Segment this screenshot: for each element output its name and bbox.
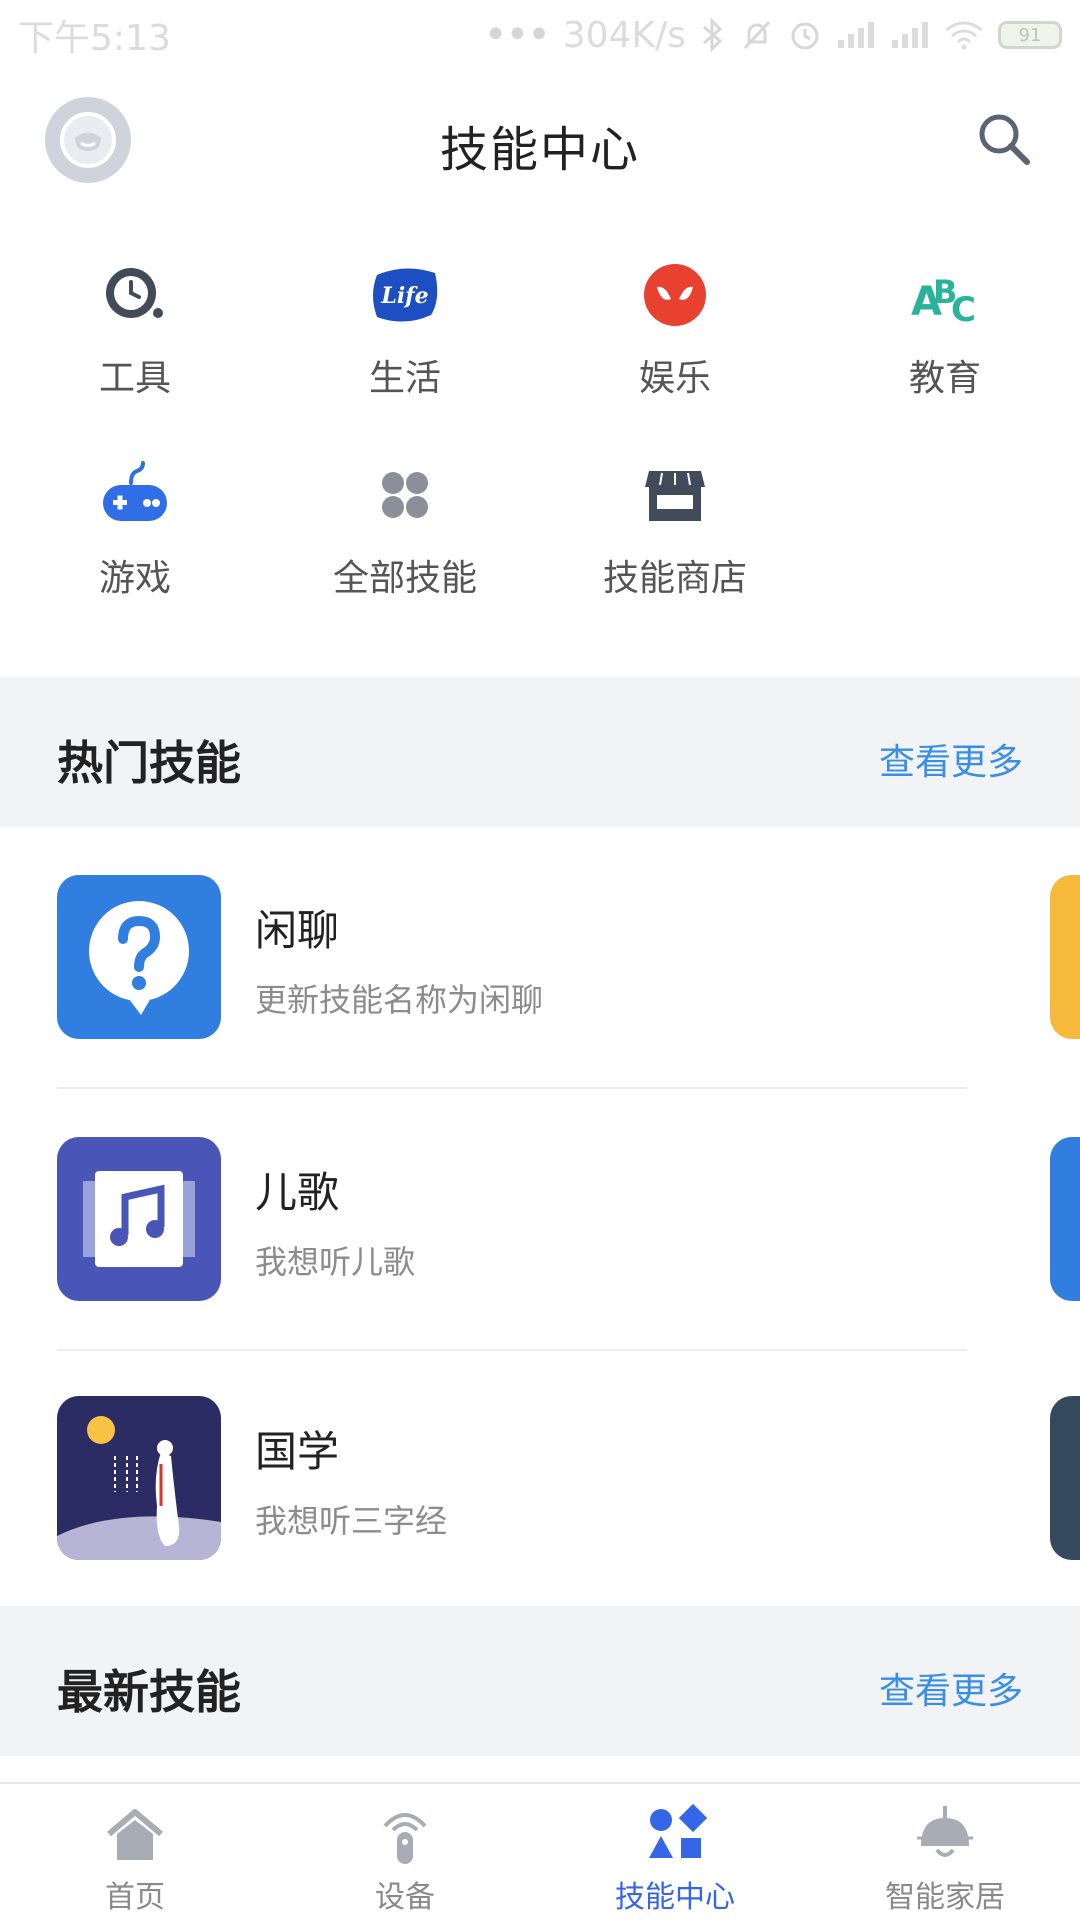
lamp-icon bbox=[917, 1806, 973, 1857]
bell-muted-icon bbox=[743, 20, 771, 50]
skill-name: 闲聊 bbox=[255, 906, 340, 955]
category-skill-store[interactable]: 技能商店 bbox=[540, 455, 810, 605]
skill-description: 我想听三字经 bbox=[255, 1502, 448, 1540]
tab-label: 设备 bbox=[375, 1880, 435, 1915]
view-more-link[interactable]: 查看更多 bbox=[879, 1662, 1023, 1714]
status-time: 下午5:13 bbox=[18, 18, 171, 59]
tab-label: 智能家居 bbox=[885, 1880, 1005, 1915]
skill-name: 国学 bbox=[255, 1427, 340, 1476]
category-education[interactable]: A B C 教育 bbox=[810, 255, 1080, 405]
abc-icon: A B C bbox=[911, 273, 976, 330]
question-bubble-icon bbox=[57, 875, 221, 1039]
category-label: 技能商店 bbox=[602, 558, 747, 599]
svg-text:Life: Life bbox=[380, 283, 428, 309]
network-speed: 304K/s bbox=[562, 14, 686, 56]
poet-moon-icon bbox=[57, 1396, 221, 1560]
category-label: 全部技能 bbox=[332, 558, 477, 599]
home-icon bbox=[107, 1809, 163, 1860]
status-indicators: ••• 304K/s 91 bbox=[484, 12, 1062, 58]
bottom-tab-bar: 首页 设备 技能中心 智能家居 bbox=[0, 1782, 1080, 1922]
hot-skills-header: 热门技能 查看更多 bbox=[0, 677, 1080, 827]
divider bbox=[57, 1087, 967, 1089]
poet-moon-graphic bbox=[57, 1416, 221, 1560]
wifi-icon bbox=[945, 21, 983, 50]
skill-description: 更新技能名称为闲聊 bbox=[255, 981, 544, 1019]
category-all-skills[interactable]: 全部技能 bbox=[270, 455, 540, 605]
next-card-peek[interactable] bbox=[1050, 1396, 1080, 1560]
skill-description: 我想听儿歌 bbox=[255, 1243, 416, 1281]
category-entertainment[interactable]: 娱乐 bbox=[540, 255, 810, 405]
skill-name: 儿歌 bbox=[255, 1168, 340, 1217]
question-bubble-graphic bbox=[89, 901, 189, 1015]
category-life[interactable]: Life 生活 bbox=[270, 255, 540, 405]
category-label: 教育 bbox=[908, 358, 981, 399]
tab-label: 首页 bbox=[105, 1880, 165, 1915]
gamepad-icon bbox=[103, 461, 167, 521]
skill-row[interactable]: 儿歌 我想听儿歌 bbox=[0, 1137, 1080, 1397]
next-card-peek[interactable] bbox=[1050, 875, 1080, 1039]
category-label: 工具 bbox=[98, 358, 171, 399]
tab-smart-home[interactable]: 智能家居 bbox=[810, 1784, 1080, 1922]
signal-icon-2 bbox=[892, 22, 928, 48]
category-games[interactable]: 游戏 bbox=[0, 455, 270, 605]
music-note-icon bbox=[57, 1137, 221, 1301]
status-bar: 下午5:13 ••• 304K/s 91 bbox=[0, 0, 1080, 70]
page-title: 技能中心 bbox=[439, 122, 640, 178]
search-icon[interactable] bbox=[973, 108, 1035, 170]
mask-icon bbox=[644, 264, 706, 326]
section-title: 热门技能 bbox=[57, 736, 241, 790]
more-dots: ••• bbox=[484, 12, 551, 58]
alarm-icon bbox=[791, 22, 819, 50]
category-tools[interactable]: 工具 bbox=[0, 255, 270, 405]
battery-level: 91 bbox=[1018, 24, 1042, 46]
device-icon bbox=[383, 1813, 427, 1864]
divider bbox=[57, 1349, 967, 1351]
battery-icon: 91 bbox=[998, 21, 1062, 49]
clock-icon bbox=[106, 268, 163, 318]
tab-label: 技能中心 bbox=[615, 1880, 735, 1915]
tab-home[interactable]: 首页 bbox=[0, 1784, 270, 1922]
signal-icon bbox=[838, 22, 874, 48]
view-more-link[interactable]: 查看更多 bbox=[879, 733, 1023, 785]
tab-skill-center[interactable]: 技能中心 bbox=[540, 1784, 810, 1922]
category-label: 生活 bbox=[368, 358, 441, 399]
bluetooth-icon bbox=[703, 17, 723, 53]
category-label: 游戏 bbox=[98, 558, 171, 599]
category-label: 娱乐 bbox=[638, 358, 711, 399]
grid-dots-icon bbox=[382, 472, 428, 518]
music-note-graphic bbox=[83, 1171, 195, 1267]
skill-row[interactable]: 闲聊 更新技能名称为闲聊 bbox=[0, 875, 1080, 1135]
new-skills-header: 最新技能 查看更多 bbox=[0, 1606, 1080, 1756]
shapes-icon bbox=[649, 1803, 707, 1858]
next-card-peek[interactable] bbox=[1050, 1137, 1080, 1301]
life-icon: Life bbox=[373, 268, 438, 322]
store-icon bbox=[645, 471, 705, 521]
section-title: 最新技能 bbox=[57, 1665, 241, 1719]
header: 技能中心 bbox=[0, 70, 1080, 210]
svg-text:C: C bbox=[951, 290, 976, 330]
tab-device[interactable]: 设备 bbox=[270, 1784, 540, 1922]
